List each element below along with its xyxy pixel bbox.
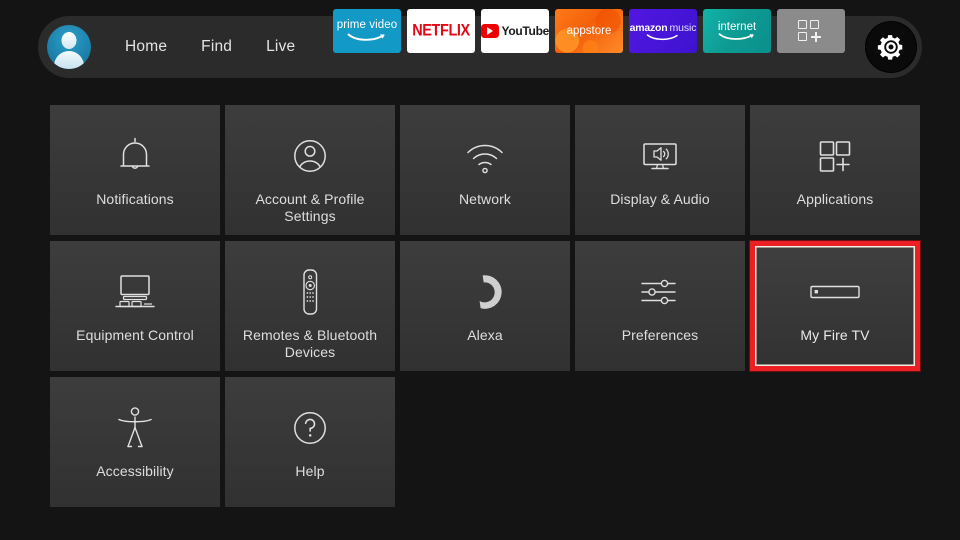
tile-label: Help xyxy=(295,463,325,479)
avatar-head-shape xyxy=(61,32,77,49)
settings-tile-preferences[interactable]: Preferences xyxy=(575,241,745,371)
grid-square-2 xyxy=(810,20,819,29)
netflix-label: NETFLIX xyxy=(412,22,470,40)
tile-label: Remotes & Bluetooth Devices xyxy=(242,327,378,360)
tile-label: Equipment Control xyxy=(76,327,194,343)
amazon-music-label-light: music xyxy=(669,21,697,34)
gear-icon xyxy=(877,35,903,60)
settings-tile-accessibility[interactable]: Accessibility xyxy=(50,377,220,507)
settings-tile-applications[interactable]: Applications xyxy=(750,105,920,235)
amazon-music-label-bold: amazon xyxy=(629,21,668,34)
youtube-label: YouTube xyxy=(501,24,549,38)
app-icon-prime-video[interactable]: prime video xyxy=(333,9,401,53)
nav-item-home[interactable]: Home xyxy=(125,38,167,56)
sliders-icon xyxy=(635,269,685,315)
remote-control-icon xyxy=(295,269,325,315)
prime-video-smile-icon xyxy=(347,33,387,42)
tile-label: Applications xyxy=(796,191,874,207)
tile-label: My Fire TV xyxy=(800,327,870,343)
settings-tile-help[interactable]: Help xyxy=(225,377,395,507)
app-shortcut-row: prime video NETFLIX YouTube appstore ama… xyxy=(333,6,845,56)
settings-tile-network[interactable]: Network xyxy=(400,105,570,235)
app-icon-amazon-music[interactable]: amazon music xyxy=(629,9,697,53)
apps-grid-plus-icon xyxy=(798,20,824,42)
tile-label: Display & Audio xyxy=(610,191,710,207)
amazon-music-wordmark: amazon music xyxy=(630,22,697,34)
settings-tile-remotes-bluetooth-devices[interactable]: Remotes & Bluetooth Devices xyxy=(225,241,395,371)
settings-tile-grid: Notifications Account & Profile Settings xyxy=(50,105,922,507)
internet-label: internet xyxy=(717,21,757,33)
tile-label: Alexa xyxy=(467,327,503,343)
settings-gear-button[interactable] xyxy=(866,22,916,72)
nav-item-find[interactable]: Find xyxy=(201,38,232,56)
tile-label: Accessibility xyxy=(96,463,174,479)
grid-square-3 xyxy=(798,32,807,41)
tv-speaker-icon xyxy=(633,133,687,179)
question-circle-icon xyxy=(287,405,333,451)
settings-tile-equipment-control[interactable]: Equipment Control xyxy=(50,241,220,371)
tile-label: Network xyxy=(458,191,512,207)
app-icon-netflix[interactable]: NETFLIX xyxy=(407,9,475,53)
app-icon-youtube[interactable]: YouTube xyxy=(481,9,549,53)
tv-devices-icon xyxy=(107,269,163,315)
prime-video-label: prime video xyxy=(336,19,398,32)
tile-label: Account & Profile Settings xyxy=(255,191,365,224)
grid-plus-icon xyxy=(811,32,821,42)
fire-tv-settings-screen: Home Find Live prime video NETFLIX YouTu… xyxy=(0,0,960,540)
settings-tile-my-fire-tv[interactable]: My Fire TV xyxy=(750,241,920,371)
wifi-icon xyxy=(462,133,508,179)
youtube-play-icon xyxy=(481,24,499,38)
alexa-ring-icon xyxy=(462,269,508,315)
youtube-triangle-shape xyxy=(487,27,494,35)
tile-label: Preferences xyxy=(621,327,699,343)
bell-icon xyxy=(112,133,158,179)
app-icon-apps-grid[interactable] xyxy=(777,9,845,53)
accessibility-person-icon xyxy=(113,405,157,451)
profile-avatar[interactable] xyxy=(47,25,91,69)
appstore-label: appstore xyxy=(566,25,612,37)
settings-tile-display-audio[interactable]: Display & Audio xyxy=(575,105,745,235)
nav-item-live[interactable]: Live xyxy=(266,38,295,56)
apps-grid-plus-icon xyxy=(812,133,858,179)
app-icon-appstore[interactable]: appstore xyxy=(555,9,623,53)
settings-tile-alexa[interactable]: Alexa xyxy=(400,241,570,371)
settings-tile-account-profile-settings[interactable]: Account & Profile Settings xyxy=(225,105,395,235)
tile-label: Notifications xyxy=(96,191,174,207)
avatar-body-shape xyxy=(54,51,84,69)
app-icon-internet[interactable]: internet xyxy=(703,9,771,53)
fire-tv-stick-icon xyxy=(804,269,866,315)
grid-square-1 xyxy=(798,20,807,29)
person-circle-icon xyxy=(287,133,333,179)
settings-tile-notifications[interactable]: Notifications xyxy=(50,105,220,235)
nav-links: Home Find Live xyxy=(91,38,295,56)
amazon-music-smile-icon xyxy=(646,33,680,41)
internet-smile-icon xyxy=(718,33,756,41)
